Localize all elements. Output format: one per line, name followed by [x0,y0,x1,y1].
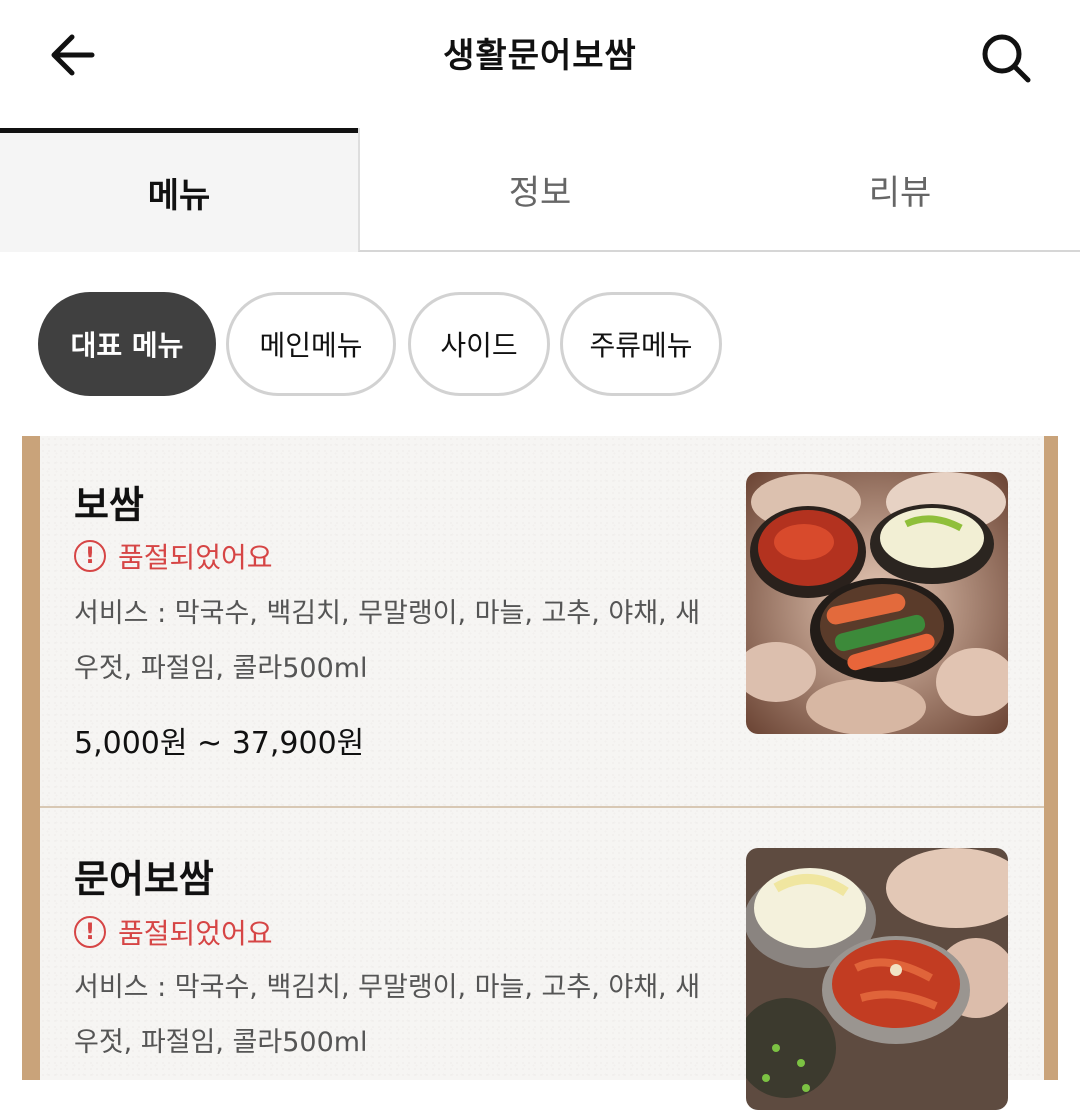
soldout-status: ! 품절되었어요 [74,912,273,952]
menu-item-price: 5,000원 ~ 37,900원 [74,726,365,761]
menu-item-description: 서비스 : 막국수, 백김치, 무말랭이, 마늘, 고추, 야채, 새우젓, 파… [74,972,701,1058]
store-tabs: 메뉴 정보 리뷰 [0,128,1080,254]
menu-item[interactable]: 보쌈 ! 품절되었어요 서비스 : 막국수, 백김치, 무말랭이, 마늘, 고추… [40,436,1044,808]
alert-circle-icon: ! [74,540,106,572]
chip-drinks-menu[interactable]: 주류메뉴 [560,292,722,396]
menu-item-name: 보쌈 [74,483,144,527]
soldout-label: 품절되었어요 [118,541,273,574]
menu-item-description: 서비스 : 막국수, 백김치, 무말랭이, 마늘, 고추, 야채, 새우젓, 파… [74,598,701,684]
octopus-bossam-image [746,848,1008,1110]
tab-menu[interactable]: 메뉴 [0,128,358,252]
menu-item-photo [746,472,1008,734]
menu-item-photo [746,848,1008,1110]
search-button[interactable] [966,22,1046,92]
menu-item-name: 문어보쌈 [74,857,214,901]
soldout-status: ! 품절되었어요 [74,536,273,576]
chip-main-menu[interactable]: 메인메뉴 [226,292,396,396]
page-title: 생활문어보쌈 [443,36,637,76]
alert-circle-icon: ! [74,916,106,948]
tab-info[interactable]: 정보 [358,128,720,252]
menu-list: 보쌈 ! 품절되었어요 서비스 : 막국수, 백김치, 무말랭이, 마늘, 고추… [22,436,1058,1110]
chip-representative-menu[interactable]: 대표 메뉴 [38,292,216,396]
category-chips: 대표 메뉴 메인메뉴 사이드 주류메뉴 [0,292,1080,398]
tab-review[interactable]: 리뷰 [720,128,1080,252]
menu-item[interactable]: 문어보쌈 ! 품절되었어요 서비스 : 막국수, 백김치, 무말랭이, 마늘, … [40,808,1044,1110]
app-header: 생활문어보쌈 [0,0,1080,128]
chip-side[interactable]: 사이드 [408,292,550,396]
bossam-platter-image [746,472,1008,734]
menu-list-panel: 보쌈 ! 품절되었어요 서비스 : 막국수, 백김치, 무말랭이, 마늘, 고추… [40,436,1044,1110]
search-icon [982,34,1031,83]
soldout-label: 품절되었어요 [118,917,273,950]
